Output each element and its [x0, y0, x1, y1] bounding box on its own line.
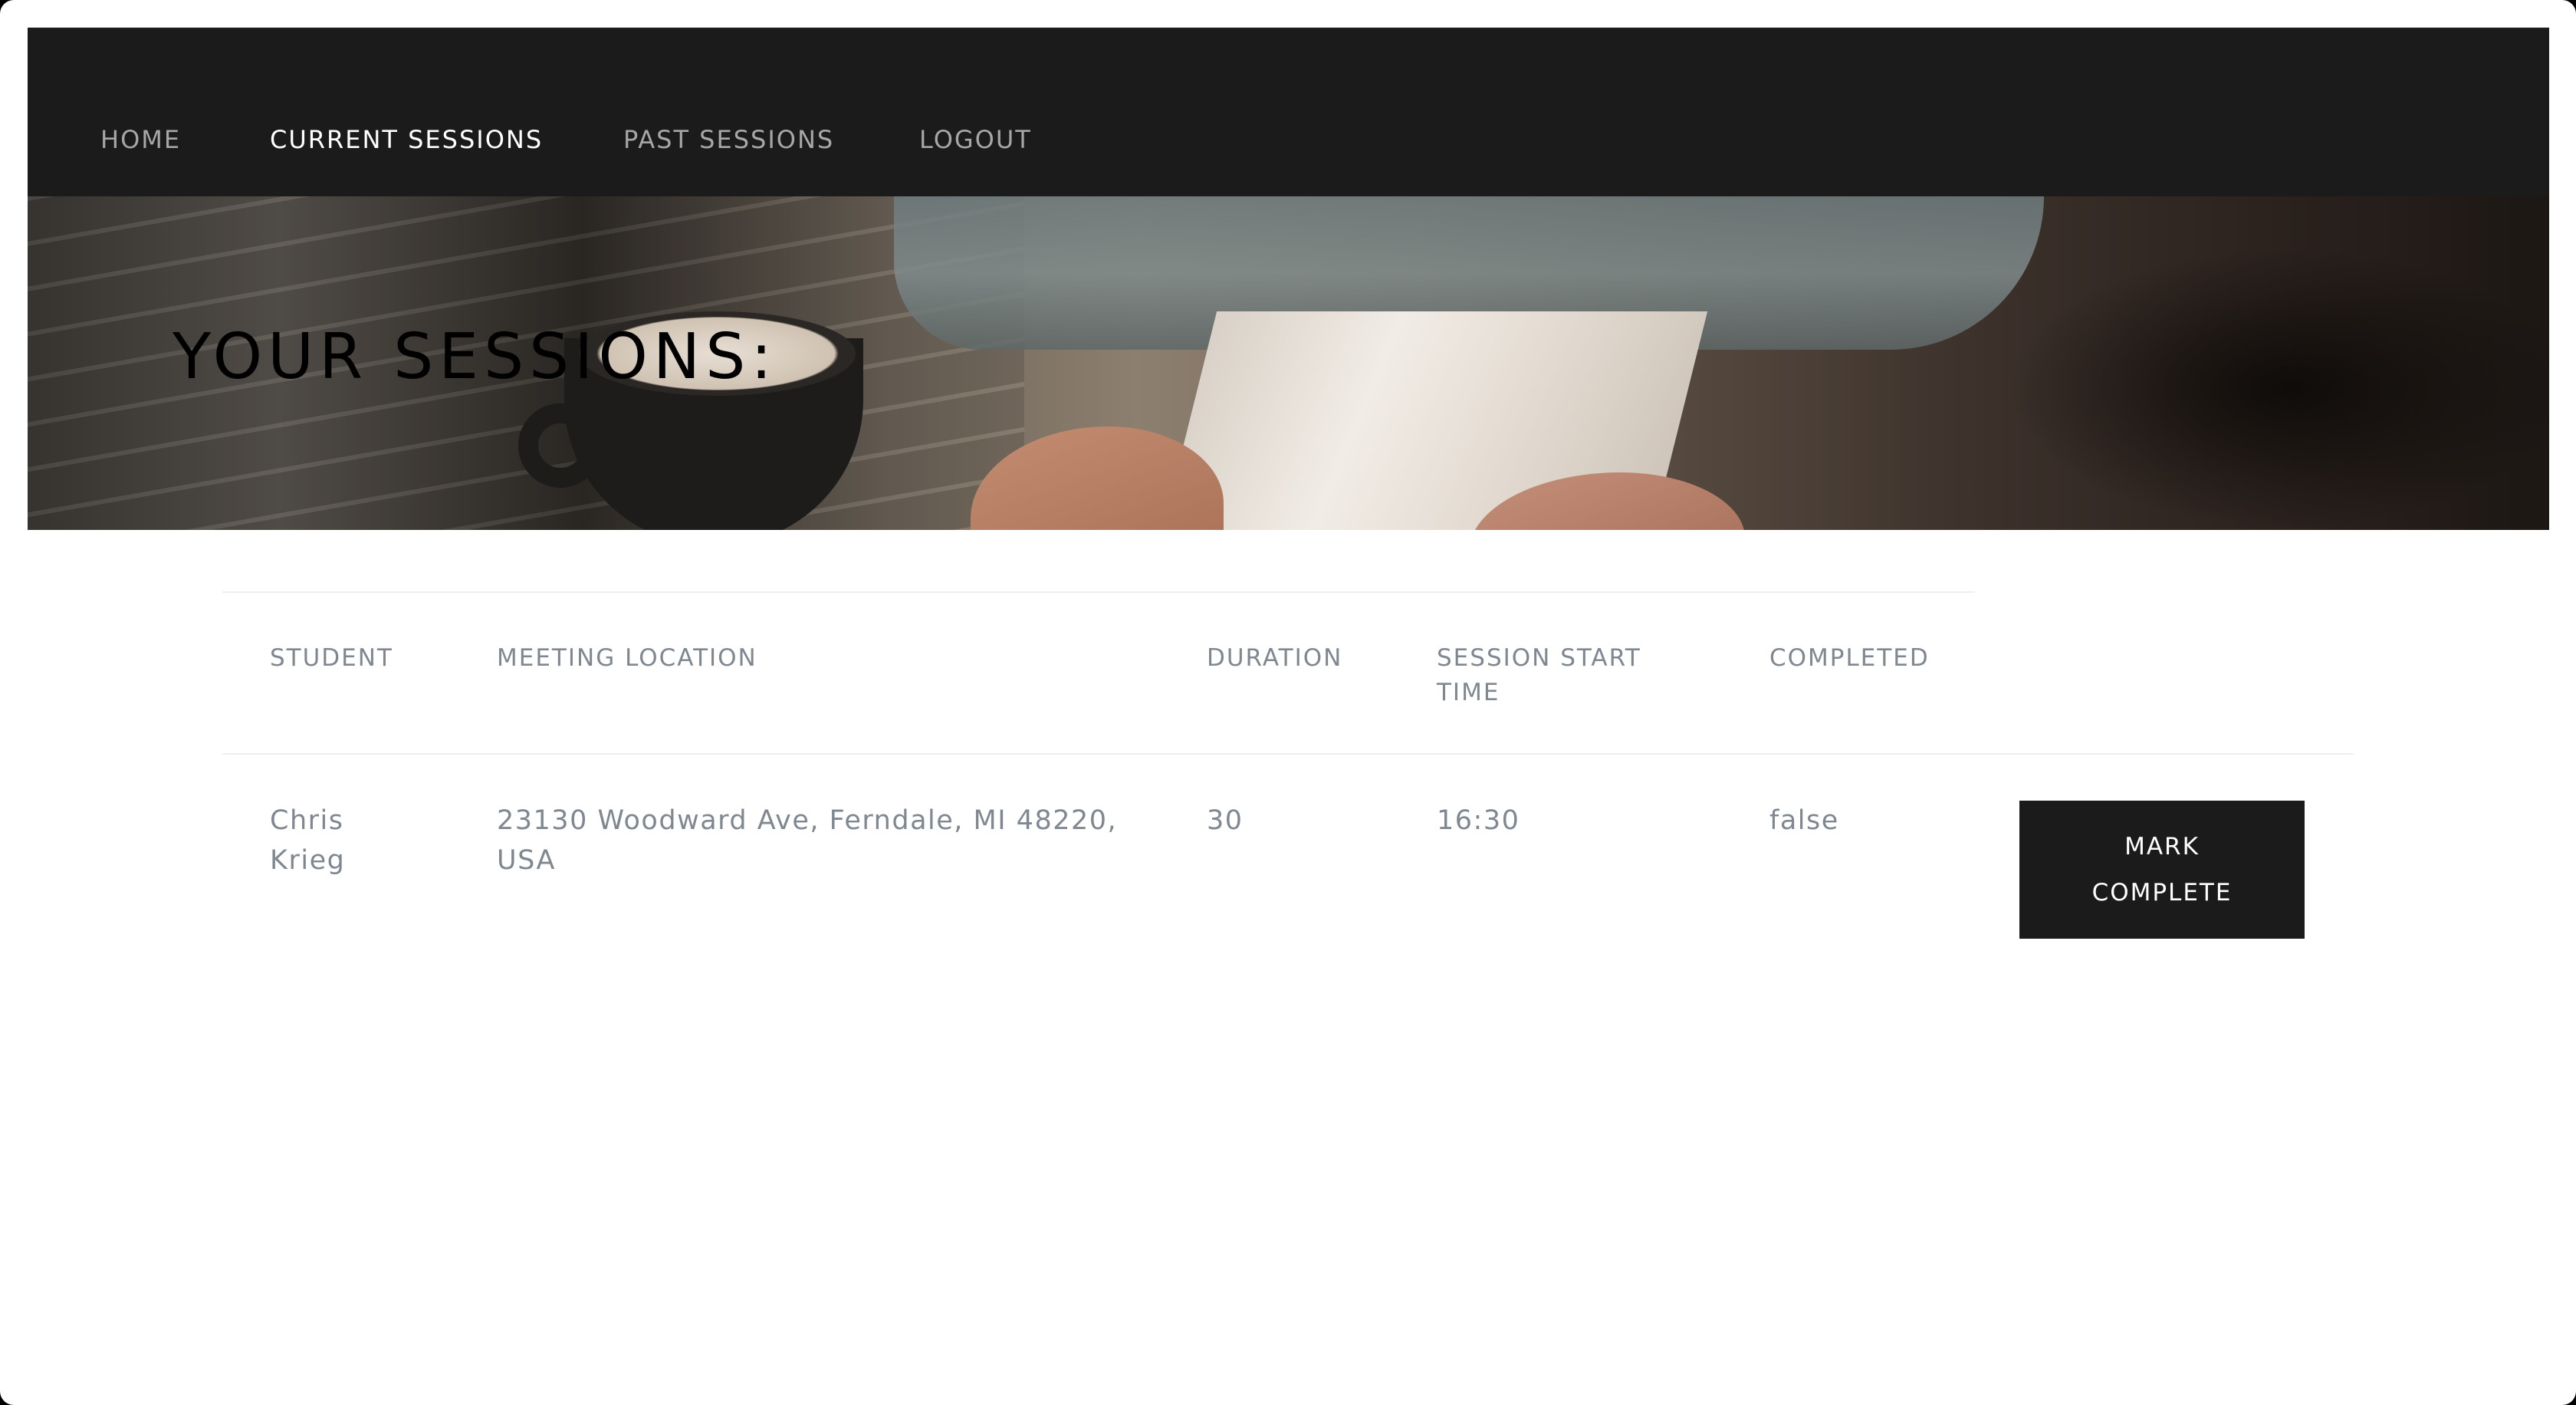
- top-navbar: HOME CURRENT SESSIONS PAST SESSIONS LOGO…: [28, 28, 2549, 196]
- table-header-divider: [222, 753, 2354, 755]
- column-header-student: STUDENT: [270, 644, 393, 672]
- column-header-completed: COMPLETED: [1769, 644, 1930, 672]
- hero-banner: YOUR SESSIONS:: [28, 196, 2549, 530]
- page: HOME CURRENT SESSIONS PAST SESSIONS LOGO…: [0, 0, 2576, 1405]
- cell-completed: false: [1769, 805, 1839, 836]
- mark-complete-button[interactable]: MARK COMPLETE: [2019, 801, 2305, 939]
- cell-student: Chris Krieg: [270, 805, 346, 876]
- column-header-session-start-time: SESSION START TIME: [1437, 644, 1641, 706]
- page-title: YOUR SESSIONS:: [172, 321, 777, 393]
- nav-link-logout[interactable]: LOGOUT: [919, 124, 1032, 155]
- column-header-duration: DURATION: [1207, 644, 1343, 672]
- table-top-divider: [222, 591, 1975, 593]
- nav-link-home[interactable]: HOME: [100, 124, 181, 155]
- nav-link-past-sessions[interactable]: PAST SESSIONS: [623, 124, 834, 155]
- cell-session-start-time: 16:30: [1437, 805, 1520, 836]
- nav-link-current-sessions[interactable]: CURRENT SESSIONS: [270, 124, 543, 155]
- column-header-meeting-location: MEETING LOCATION: [497, 644, 757, 672]
- cell-meeting-location: 23130 Woodward Ave, Ferndale, MI 48220, …: [497, 805, 1118, 876]
- cell-duration: 30: [1207, 805, 1244, 836]
